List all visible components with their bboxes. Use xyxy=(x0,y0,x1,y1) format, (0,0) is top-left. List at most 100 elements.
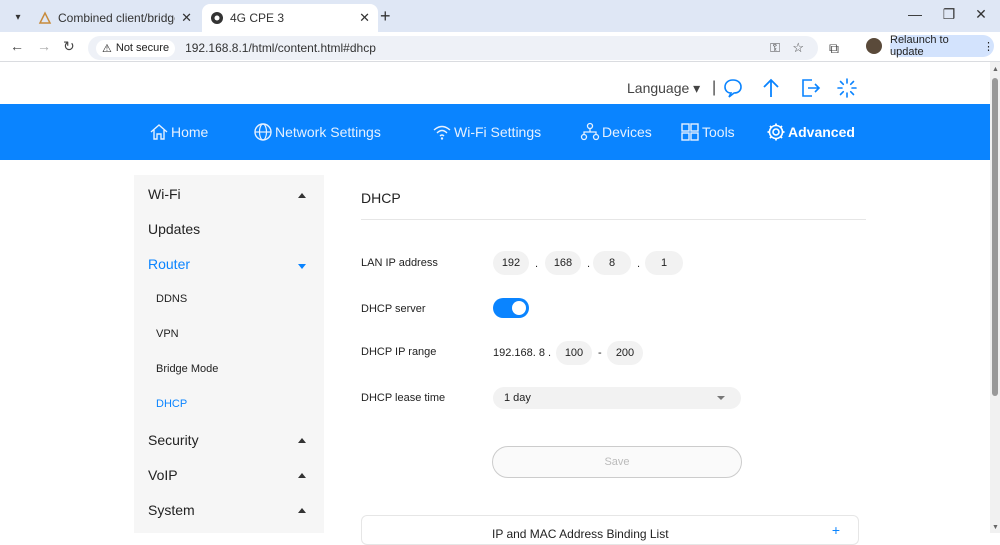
collapse-caret-icon[interactable] xyxy=(298,193,306,198)
relaunch-label: Relaunch to update xyxy=(890,34,949,58)
bookmark-star-icon[interactable]: ☆ xyxy=(792,40,804,56)
lease-time-value: 1 day xyxy=(504,392,531,404)
logout-icon[interactable] xyxy=(799,77,821,99)
tab-search-icon[interactable]: ▾ xyxy=(8,7,28,27)
add-binding-icon[interactable]: + xyxy=(832,522,840,538)
loading-spinner-icon xyxy=(837,78,857,98)
browser-tabstrip: ▾ Combined client/bridge or brid ✕ 4G CP… xyxy=(0,0,1000,32)
message-icon[interactable] xyxy=(722,77,744,99)
sidebar-item-bridge-mode[interactable]: Bridge Mode xyxy=(156,363,218,375)
nav-label: Devices xyxy=(602,124,652,140)
profile-avatar[interactable] xyxy=(866,38,882,54)
tab-favicon-icon xyxy=(38,11,52,24)
dhcp-range-label: DHCP IP range xyxy=(361,346,437,358)
security-label: Not secure xyxy=(115,42,170,54)
tab-favicon-icon xyxy=(211,12,223,24)
scrollbar-thumb[interactable] xyxy=(992,78,998,396)
reload-icon[interactable]: ↻ xyxy=(63,38,75,55)
close-tab-icon[interactable]: ✕ xyxy=(181,10,192,26)
lan-ip-octet-1[interactable]: 192 xyxy=(493,251,529,275)
collapse-caret-icon[interactable] xyxy=(298,508,306,513)
sidebar-item-ddns[interactable]: DDNS xyxy=(156,293,187,305)
save-button[interactable]: Save xyxy=(492,446,742,478)
divider xyxy=(361,219,866,220)
nav-label: Advanced xyxy=(788,124,855,140)
sidebar-item-router[interactable]: Router xyxy=(148,256,190,272)
security-chip[interactable]: ⚠ Not secure xyxy=(96,39,176,57)
expand-caret-icon[interactable] xyxy=(298,264,306,269)
nav-tools[interactable]: Tools xyxy=(680,104,735,160)
nav-advanced[interactable]: Advanced xyxy=(766,104,855,160)
scroll-down-icon[interactable]: ▼ xyxy=(992,524,999,531)
restore-icon[interactable]: ❐ xyxy=(934,6,964,23)
sidebar-item-voip[interactable]: VoIP xyxy=(148,467,178,483)
page-topbar: Language ▾ | xyxy=(0,62,990,104)
browser-toolbar: ← → ↻ ⚠ Not secure 192.168.8.1/html/cont… xyxy=(0,32,1000,62)
page-scrollbar[interactable]: ▲ ▼ xyxy=(990,62,1000,533)
lan-ip-octet-2[interactable]: 168 xyxy=(545,251,581,275)
gear-icon xyxy=(767,123,785,141)
sidebar: Wi-Fi Updates Router DDNS VPN Bridge Mod… xyxy=(134,175,324,533)
nav-network-settings[interactable]: Network Settings xyxy=(253,104,381,160)
scroll-up-icon[interactable]: ▲ xyxy=(992,66,999,73)
lease-time-label: DHCP lease time xyxy=(361,392,446,404)
sidebar-item-updates[interactable]: Updates xyxy=(148,221,200,237)
password-key-icon[interactable]: ⚿ xyxy=(770,40,780,56)
url-text[interactable]: 192.168.8.1/html/content.html#dhcp xyxy=(185,41,376,55)
address-bar[interactable]: ⚠ Not secure 192.168.8.1/html/content.ht… xyxy=(88,36,818,60)
warning-icon: ⚠ xyxy=(102,42,112,55)
wifi-icon xyxy=(433,125,451,140)
range-prefix: 192.168. 8 . xyxy=(493,347,552,359)
close-window-icon[interactable]: ✕ xyxy=(966,6,996,23)
toggle-knob xyxy=(512,301,526,315)
dhcp-server-toggle[interactable] xyxy=(493,298,529,318)
close-tab-icon[interactable]: ✕ xyxy=(359,10,370,26)
binding-list-card: IP and MAC Address Binding List + xyxy=(361,515,859,545)
relaunch-button[interactable]: Relaunch to update ⋮ xyxy=(890,34,994,58)
dropdown-arrow-icon xyxy=(717,396,725,400)
tab-title: Combined client/bridge or brid xyxy=(58,11,176,25)
sidebar-item-dhcp[interactable]: DHCP xyxy=(156,398,187,410)
sidebar-item-system[interactable]: System xyxy=(148,502,195,518)
globe-icon xyxy=(254,123,272,141)
minimize-icon[interactable]: — xyxy=(900,6,930,22)
dhcp-server-label: DHCP server xyxy=(361,303,426,315)
extensions-icon[interactable]: ⧉ xyxy=(829,40,839,57)
ip-separator: . xyxy=(637,258,641,270)
page-title: DHCP xyxy=(361,190,401,206)
sidebar-item-security[interactable]: Security xyxy=(148,432,199,448)
nav-home[interactable]: Home xyxy=(149,104,208,160)
collapse-caret-icon[interactable] xyxy=(298,438,306,443)
nav-label: Home xyxy=(171,124,209,140)
divider: | xyxy=(712,79,717,96)
nav-devices[interactable]: Devices xyxy=(580,104,652,160)
collapse-caret-icon[interactable] xyxy=(298,473,306,478)
more-menu-icon[interactable]: ⋮ xyxy=(983,40,994,53)
browser-tab-1[interactable]: Combined client/bridge or brid ✕ xyxy=(30,4,200,32)
lan-ip-octet-4[interactable]: 1 xyxy=(645,251,683,275)
home-icon xyxy=(150,124,168,140)
back-icon[interactable]: ← xyxy=(10,38,24,54)
ip-separator: . xyxy=(587,258,591,270)
ip-separator: . xyxy=(535,258,539,270)
nav-label: Network Settings xyxy=(275,124,381,140)
upload-arrow-icon[interactable] xyxy=(760,77,782,99)
main-nav: Home Network Settings Wi-Fi Settings Dev… xyxy=(0,104,990,160)
language-label: Language xyxy=(627,80,690,96)
sidebar-item-wifi[interactable]: Wi-Fi xyxy=(148,186,181,202)
nav-wifi-settings[interactable]: Wi-Fi Settings xyxy=(432,104,541,160)
lease-time-select[interactable]: 1 day xyxy=(493,387,741,409)
lan-ip-octet-3[interactable]: 8 xyxy=(593,251,631,275)
tab-title: 4G CPE 3 xyxy=(230,11,285,25)
nav-label: Tools xyxy=(702,124,735,140)
range-end-field[interactable]: 200 xyxy=(607,341,643,365)
language-selector[interactable]: Language ▾ xyxy=(627,80,700,97)
range-start-field[interactable]: 100 xyxy=(556,341,592,365)
binding-list-title: IP and MAC Address Binding List xyxy=(492,527,669,541)
new-tab-icon[interactable]: + xyxy=(380,7,391,25)
devices-icon xyxy=(580,122,600,141)
browser-tab-2[interactable]: 4G CPE 3 ✕ xyxy=(202,4,378,32)
nav-label: Wi-Fi Settings xyxy=(454,124,542,140)
forward-icon[interactable]: → xyxy=(37,38,51,54)
sidebar-item-vpn[interactable]: VPN xyxy=(156,328,179,340)
